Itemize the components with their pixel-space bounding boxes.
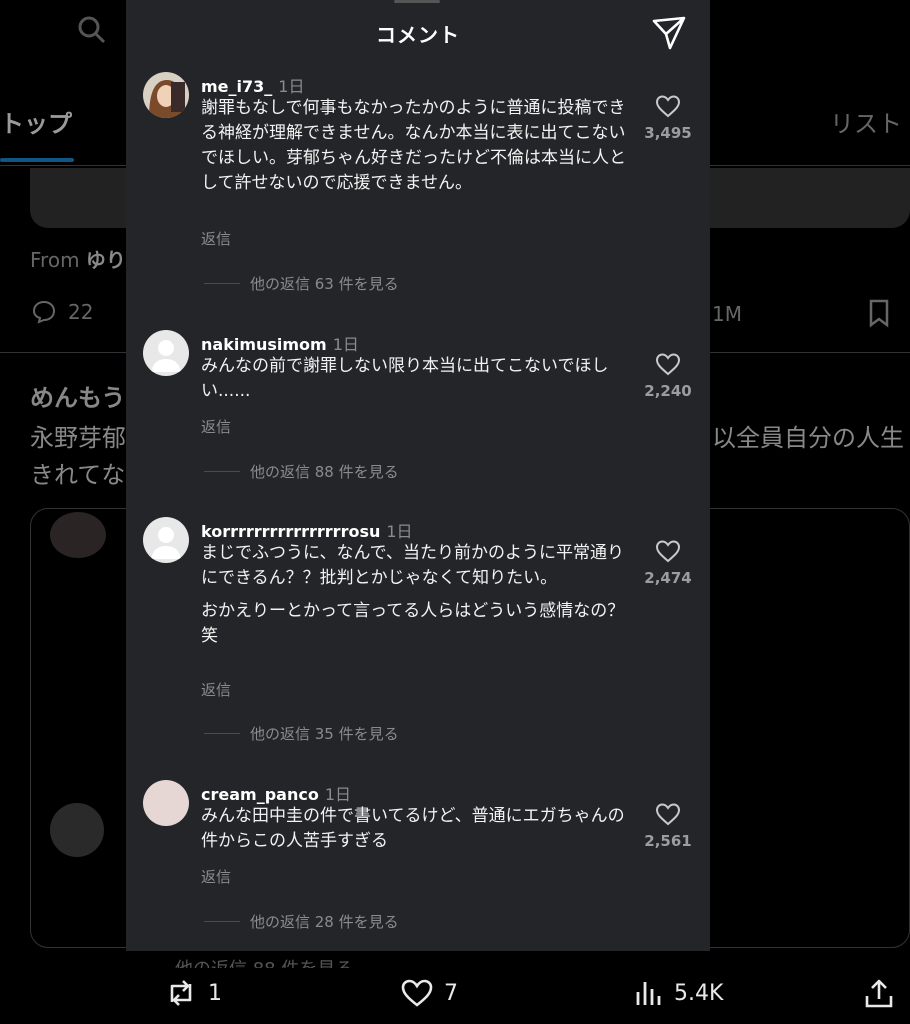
heart-icon [655, 540, 681, 563]
comment-like[interactable]: 2,561 [642, 802, 694, 850]
comment-text: みんなの前で謝罪しない限り本当に出てこないでほしい...... [201, 354, 626, 404]
comment-sheet: コメント me_i73_ 1日 謝罪もなしで何事もなかったかのように普通に投稿でき… [126, 0, 710, 951]
comment-time: 1日 [332, 335, 359, 354]
comment-paragraph: おかえりーとかって言ってる人らはどういう感情なの？笑 [201, 601, 625, 646]
reply-button[interactable]: 返信 [201, 416, 231, 437]
tweet-text: 永野芽郁 [30, 424, 126, 452]
avatar[interactable] [50, 512, 106, 558]
tab-underline [0, 158, 74, 162]
comment-username[interactable]: nakimusimom [201, 335, 327, 354]
comment-like[interactable]: 2,240 [642, 352, 694, 400]
tweet-text: 以全員自分の人生 [712, 424, 904, 452]
retweet-button[interactable]: 1 [164, 978, 222, 1008]
heart-icon [655, 803, 681, 826]
tweet-author[interactable]: めんもう [30, 378, 125, 413]
heart-icon [401, 979, 433, 1007]
comment-time: 1日 [278, 77, 305, 96]
comment-text: まじでふつうに、なんで、当たり前かのように平常通りにできるん？？批判とかじゃなく… [201, 541, 626, 649]
from-label: From [30, 248, 80, 272]
like-count: 2,561 [644, 832, 692, 850]
avatar[interactable] [50, 803, 104, 857]
view-replies-label: 他の返信 88 件を見る [250, 463, 399, 481]
avatar[interactable] [143, 72, 189, 118]
views-button[interactable]: 5.4K [634, 978, 723, 1008]
sheet-handle[interactable] [394, 0, 440, 3]
tab-list[interactable]: リスト [830, 104, 902, 139]
view-replies-label: 他の返信 35 件を見る [250, 725, 399, 743]
comment-header: me_i73_ 1日 [201, 73, 304, 97]
comment-text: 謝罪もなしで何事もなかったかのように普通に投稿できる神経が理解できません。なんか… [201, 96, 626, 196]
comment-like[interactable]: 2,474 [642, 539, 694, 587]
search-icon[interactable] [72, 10, 112, 50]
view-replies-button[interactable]: 他の返信 63 件を見る [204, 273, 399, 294]
tweet-text: きれてな [30, 461, 126, 489]
divider [204, 733, 240, 734]
reply-button[interactable]: 返信 [201, 228, 231, 249]
divider [204, 471, 240, 472]
divider [204, 921, 240, 922]
comment-username[interactable]: cream_panco [201, 785, 319, 804]
like-count: 7 [444, 980, 458, 1006]
default-avatar-icon [143, 330, 189, 376]
comment-time: 1日 [386, 522, 413, 541]
retweet-count: 1 [208, 980, 222, 1006]
comment-time: 1日 [324, 785, 351, 804]
comment-like[interactable]: 3,495 [642, 94, 694, 142]
comment-username[interactable]: korrrrrrrrrrrrrrrrosu [201, 522, 380, 541]
divider [204, 283, 240, 284]
view-replies-button[interactable]: 他の返信 35 件を見る [204, 723, 399, 744]
heart-icon [655, 95, 681, 118]
from-name[interactable]: ゆり [86, 248, 126, 272]
comment-username[interactable]: me_i73_ [201, 77, 272, 96]
comment-paragraph: 謝罪もなしで何事もなかったかのように普通に投稿できる神経が理解できません。なんか… [201, 98, 626, 193]
comment-paragraph: みんな田中圭の件で書いてるけど、普通にエガちゃんの件からこの人苦手すぎる [201, 806, 625, 851]
comment-header: cream_panco 1日 [201, 781, 351, 805]
like-count: 3,495 [644, 124, 692, 142]
reply-button[interactable]: 22 [30, 298, 93, 326]
tab-top[interactable]: トップ [0, 104, 72, 139]
bookmark-icon[interactable] [866, 298, 892, 328]
comment-paragraph: みんなの前で謝罪しない限り本当に出てこないでほしい...... [201, 356, 609, 401]
comment-header: nakimusimom 1日 [201, 331, 359, 355]
comment-paragraph: まじでふつうに、なんで、当たり前かのように平常通りにできるん？？批判とかじゃなく… [201, 543, 624, 588]
default-avatar-icon [143, 517, 189, 563]
view-replies-label: 他の返信 28 件を見る [250, 913, 399, 931]
analytics-icon [636, 982, 661, 1005]
reply-button[interactable]: 返信 [201, 679, 231, 700]
view-replies-label: 他の返信 63 件を見る [250, 275, 399, 293]
reply-icon [32, 300, 56, 324]
send-icon[interactable] [650, 14, 688, 52]
comment-header: korrrrrrrrrrrrrrrrosu 1日 [201, 518, 413, 542]
sheet-title: コメント [376, 23, 460, 47]
avatar[interactable] [143, 517, 189, 563]
comment-text: みんな田中圭の件で書いてるけど、普通にエガちゃんの件からこの人苦手すぎる [201, 804, 626, 854]
share-button[interactable] [864, 978, 894, 1010]
video-from: From ゆり [30, 244, 126, 273]
view-replies-button[interactable]: 他の返信 28 件を見る [204, 911, 399, 932]
like-count: 2,240 [644, 382, 692, 400]
view-replies-button[interactable]: 他の返信 88 件を見る [204, 461, 399, 482]
like-button[interactable]: 7 [400, 978, 458, 1008]
avatar[interactable] [143, 330, 189, 376]
heart-icon [655, 353, 681, 376]
views-count: 5.4K [674, 980, 724, 1006]
share-icon [865, 979, 893, 1008]
avatar[interactable] [143, 780, 189, 826]
retweet-icon [170, 980, 192, 1006]
views-count: 1M [712, 302, 742, 326]
reply-button[interactable]: 返信 [201, 866, 231, 887]
reply-count: 22 [68, 300, 94, 324]
avatar-image [143, 72, 189, 118]
like-count: 2,474 [644, 569, 692, 587]
